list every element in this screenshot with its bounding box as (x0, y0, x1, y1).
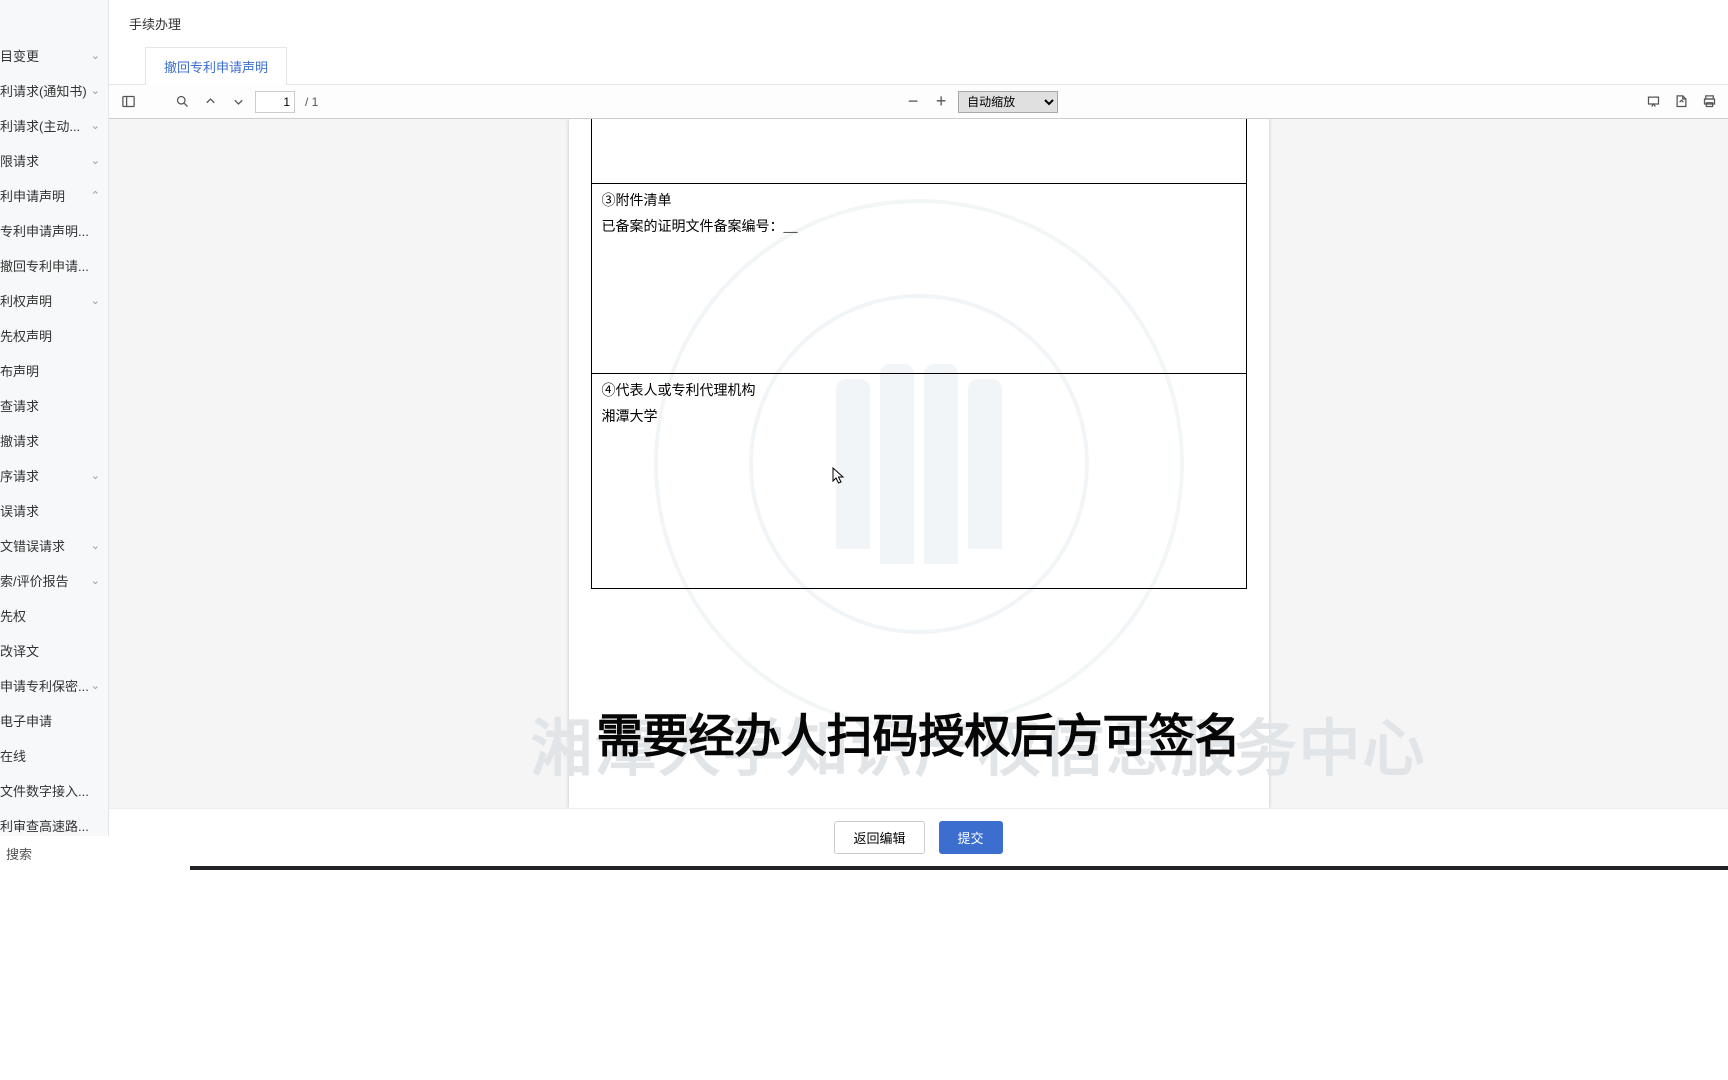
sidebar-item[interactable]: 文件数字接入... (0, 773, 108, 808)
tab-active[interactable]: 撤回专利申请声明 (145, 47, 287, 85)
back-to-edit-button[interactable]: 返回编辑 (834, 821, 924, 854)
form-section-4: ④代表人或专利代理机构 湘潭大学 (591, 374, 1247, 589)
sidebar-item[interactable]: 序请求⌄ (0, 458, 108, 493)
action-bar: 返回编辑 提交 (109, 808, 1728, 866)
section-line: 湘潭大学 (602, 406, 1236, 426)
main-content: 手续办理 撤回专利申请声明 / 1 − + 自动缩放 (109, 0, 1728, 866)
sidebar-item[interactable]: 查请求 (0, 388, 108, 423)
sidebar: 目变更⌄ 利请求(通知书)⌄ 利请求(主动...⌄ 限请求⌄ 利申请声明⌃ 专利… (0, 0, 109, 866)
form-section-3: ③附件清单 已备案的证明文件备案编号：__ (591, 184, 1247, 374)
chevron-down-icon: ⌄ (91, 119, 100, 132)
section-line: 已备案的证明文件备案编号：__ (602, 216, 1236, 236)
sidebar-item[interactable]: 撤请求 (0, 423, 108, 458)
sidebar-item[interactable]: 利请求(主动...⌄ (0, 108, 108, 143)
sidebar-item[interactable]: 利申请声明⌃ (0, 178, 108, 213)
form-section-2 (591, 119, 1247, 184)
sidebar-item[interactable]: 先权声明 (0, 318, 108, 353)
sidebar-item[interactable]: 目变更⌄ (0, 38, 108, 73)
section-title: ④代表人或专利代理机构 (602, 380, 1236, 400)
chevron-up-icon: ⌃ (91, 189, 100, 202)
sidebar-item[interactable]: 先权 (0, 598, 108, 633)
chevron-down-icon: ⌄ (91, 49, 100, 62)
chevron-down-icon: ⌄ (91, 154, 100, 167)
sidebar-item[interactable]: 文错误请求⌄ (0, 528, 108, 563)
search-icon[interactable] (171, 91, 193, 113)
next-page-icon[interactable] (227, 91, 249, 113)
sidebar-item[interactable]: 改译文 (0, 633, 108, 668)
sidebar-item[interactable]: 电子申请 (0, 703, 108, 738)
sidebar-toggle-icon[interactable] (117, 91, 139, 113)
chevron-down-icon: ⌄ (91, 84, 100, 97)
section-title: ③附件清单 (602, 190, 1236, 210)
print-icon[interactable] (1698, 91, 1720, 113)
prev-page-icon[interactable] (199, 91, 221, 113)
chevron-down-icon: ⌄ (91, 469, 100, 482)
sidebar-item[interactable]: 在线 (0, 738, 108, 773)
pdf-page: ③附件清单 已备案的证明文件备案编号：__ ④代表人或专利代理机构 湘潭大学 (569, 119, 1269, 808)
sidebar-item[interactable]: 利请求(通知书)⌄ (0, 73, 108, 108)
presentation-icon[interactable] (1642, 91, 1664, 113)
tab-bar: 撤回专利申请声明 (109, 47, 1728, 85)
sidebar-item[interactable]: 布声明 (0, 353, 108, 388)
sidebar-item[interactable]: 撤回专利申请... (0, 248, 108, 283)
chevron-down-icon: ⌄ (91, 679, 100, 692)
sidebar-item[interactable]: 限请求⌄ (0, 143, 108, 178)
page-total: / 1 (305, 95, 318, 109)
sidebar-item[interactable]: 误请求 (0, 493, 108, 528)
page-number-input[interactable] (255, 91, 295, 113)
chevron-down-icon: ⌄ (91, 539, 100, 552)
breadcrumb: 手续办理 (109, 0, 1728, 47)
sidebar-item[interactable]: 专利申请声明... (0, 213, 108, 248)
pdf-toolbar: / 1 − + 自动缩放 (109, 85, 1728, 119)
chevron-down-icon: ⌄ (91, 574, 100, 587)
open-file-icon[interactable] (1670, 91, 1692, 113)
zoom-select[interactable]: 自动缩放 (958, 91, 1058, 113)
sidebar-item[interactable]: 申请专利保密...⌄ (0, 668, 108, 703)
submit-button[interactable]: 提交 (939, 821, 1003, 854)
app-root: 目变更⌄ 利请求(通知书)⌄ 利请求(主动...⌄ 限请求⌄ 利申请声明⌃ 专利… (0, 0, 1728, 866)
pdf-viewport[interactable]: ③附件清单 已备案的证明文件备案编号：__ ④代表人或专利代理机构 湘潭大学 (109, 119, 1728, 808)
zoom-out-icon[interactable]: − (902, 91, 924, 113)
sidebar-item[interactable]: 利权声明⌄ (0, 283, 108, 318)
zoom-in-icon[interactable]: + (930, 91, 952, 113)
chevron-down-icon: ⌄ (91, 294, 100, 307)
sidebar-item[interactable]: 索/评价报告⌄ (0, 563, 108, 598)
